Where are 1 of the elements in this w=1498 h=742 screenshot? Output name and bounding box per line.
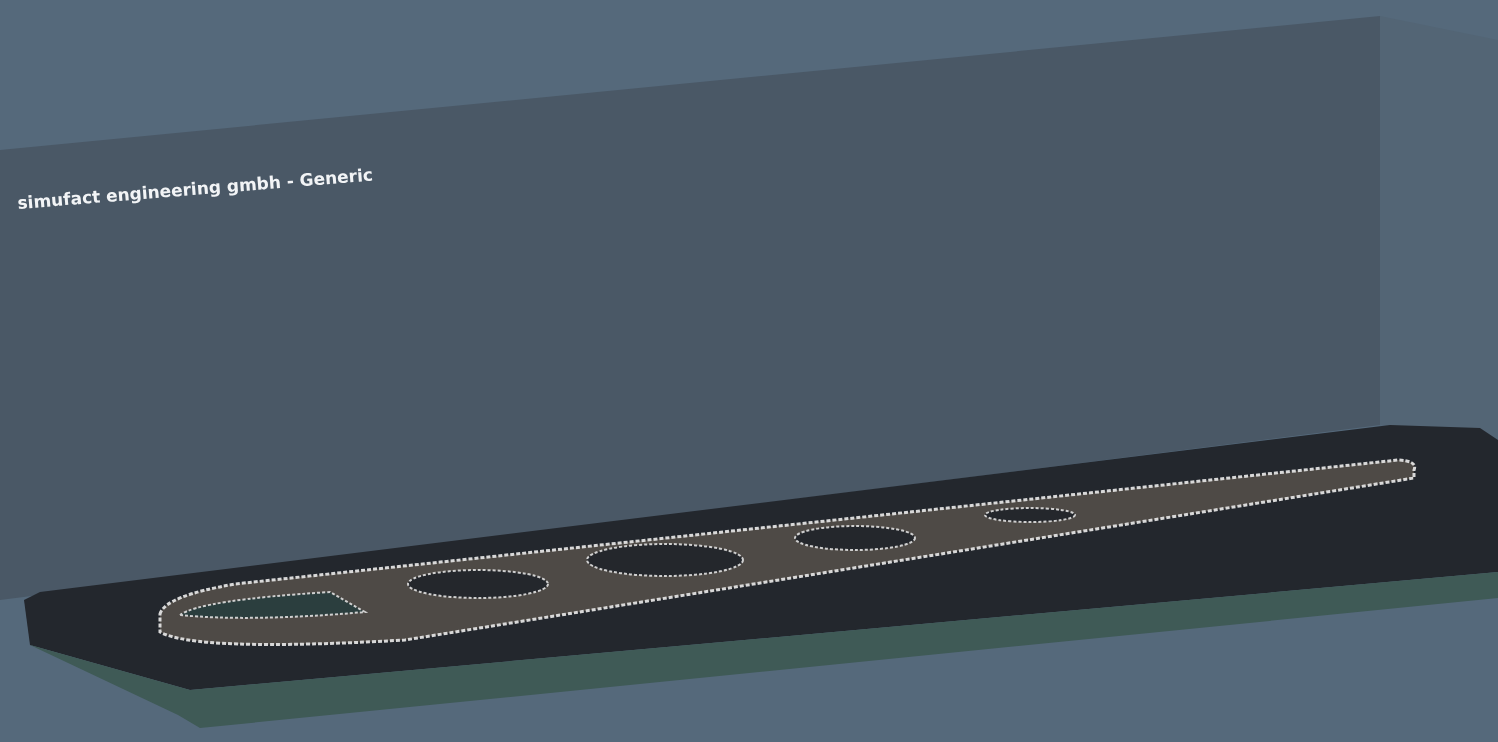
viewport-label: simufact engineering gmbh - Generic	[16, 164, 374, 213]
